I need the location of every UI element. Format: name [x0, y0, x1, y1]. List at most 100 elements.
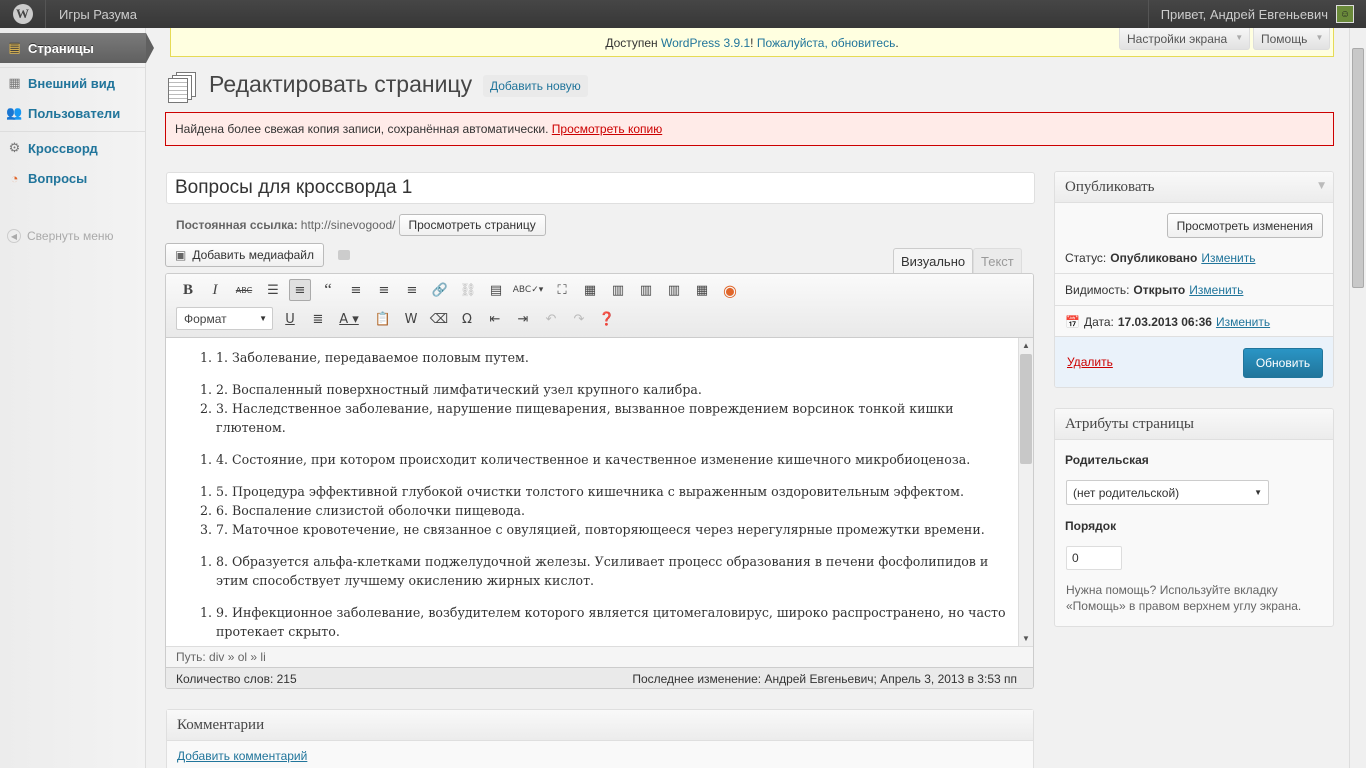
publish-box-title[interactable]: Опубликовать ▼: [1055, 172, 1333, 203]
page-title: Редактировать страницу: [209, 71, 473, 97]
spellcheck-icon[interactable]: ABC✓▾: [513, 279, 544, 301]
link-icon[interactable]: 🔗: [429, 279, 451, 301]
menu-item-questions[interactable]: ◔ Вопросы: [0, 163, 146, 193]
calendar-icon: 📅: [1065, 315, 1080, 329]
plugin-icon[interactable]: ◉: [719, 279, 741, 301]
scrollbar-thumb[interactable]: [1352, 48, 1364, 288]
user-account-menu[interactable]: Привет, Андрей Евгеньевич ☺: [1147, 0, 1366, 28]
justify-button[interactable]: ≣: [307, 308, 329, 330]
list-item: 3. 7. Маточное кровотечение, не связанное…: [200, 520, 1008, 539]
screen-options-tab[interactable]: Настройки экрана: [1119, 28, 1251, 50]
menu-item-users[interactable]: 👥 Пользователи: [0, 98, 146, 128]
preview-changes-button[interactable]: Просмотреть изменения: [1166, 213, 1323, 238]
scroll-up-icon[interactable]: ▲: [1022, 341, 1030, 350]
redo-icon[interactable]: ↷: [568, 308, 590, 330]
text-color-button[interactable]: A ▾: [333, 308, 365, 330]
date-row: 📅 Дата: 17.03.2013 06:36 Изменить: [1065, 315, 1271, 329]
content-list: 1. 2. Воспаленный поверхностный лимфатиче…: [200, 380, 1008, 437]
special-chars-icon[interactable]: Ω: [456, 308, 478, 330]
greeting-text: Привет, Андрей Евгеньевич: [1160, 6, 1328, 22]
admin-bar: W Игры Разума Привет, Андрей Евгеньевич …: [0, 0, 1366, 28]
update-now-link[interactable]: Пожалуйста, обновитесь: [757, 36, 896, 50]
paste-text-icon[interactable]: 📋: [372, 308, 394, 330]
numbered-list-button[interactable]: ≡: [289, 279, 311, 301]
menu-item-pages[interactable]: ▤ Страницы: [0, 33, 154, 63]
format-select[interactable]: Формат: [176, 307, 273, 330]
word-count: Количество слов: 215: [176, 672, 297, 686]
permalink-row: Постоянная ссылка: http://sinevogood/ Пр…: [176, 214, 546, 236]
list-number: 3.: [200, 522, 213, 537]
toggle-arrow-icon[interactable]: ▼: [1318, 181, 1325, 191]
outdent-icon[interactable]: ⇤: [484, 308, 506, 330]
delete-link[interactable]: Удалить: [1067, 355, 1113, 369]
bold-button[interactable]: B: [177, 279, 199, 301]
media-insert-icon[interactable]: [338, 250, 350, 260]
editor-content-area[interactable]: 1. 1. Заболевание, передаваемое половым п…: [166, 338, 1018, 646]
add-new-page-button[interactable]: Добавить новую: [483, 75, 588, 97]
parent-select[interactable]: (нет родительской): [1066, 480, 1269, 505]
table-icon-1[interactable]: ▥: [607, 279, 629, 301]
status-row: Статус: Опубликовано Изменить: [1065, 251, 1256, 265]
date-value: 17.03.2013 06:36: [1117, 315, 1212, 329]
menu-item-crossword[interactable]: ⚙ Кроссворд: [0, 133, 146, 163]
unlink-icon[interactable]: ⛓: [457, 279, 479, 301]
view-page-button[interactable]: Просмотреть страницу: [398, 214, 546, 236]
blockquote-button[interactable]: “: [317, 279, 339, 301]
post-title-input[interactable]: Вопросы для кроссворда 1: [166, 172, 1035, 204]
more-tag-icon[interactable]: ▤: [485, 279, 507, 301]
appearance-icon: ▦: [8, 75, 21, 90]
edit-date-link[interactable]: Изменить: [1216, 315, 1270, 329]
tab-visual[interactable]: Визуально: [893, 248, 974, 273]
editor-scrollbar[interactable]: ▲ ▼: [1018, 338, 1033, 646]
italic-button[interactable]: I: [204, 279, 226, 301]
content-list: 1. 8. Образуется альфа-клетками поджелудо…: [200, 552, 1008, 590]
comments-title[interactable]: Комментарии: [167, 710, 1033, 741]
indent-icon[interactable]: ⇥: [512, 308, 534, 330]
editor-path: Путь: div » ol » li: [166, 646, 1033, 667]
update-button[interactable]: Обновить: [1243, 348, 1323, 378]
content-list: 1. 5. Процедура эффективной глубокой очис…: [200, 482, 1008, 539]
clear-formatting-icon[interactable]: ⌫: [428, 308, 450, 330]
list-number: 1.: [200, 605, 213, 620]
undo-icon[interactable]: ↶: [540, 308, 562, 330]
fullscreen-icon[interactable]: ⛶: [551, 279, 573, 301]
align-center-button[interactable]: ≡: [373, 279, 395, 301]
list-item-text: 3. Наследственное заболевание, нарушение…: [216, 401, 954, 435]
menu-item-appearance[interactable]: ▦ Внешний вид: [0, 68, 146, 98]
edit-visibility-link[interactable]: Изменить: [1189, 283, 1243, 297]
table-icon-3[interactable]: ▥: [663, 279, 685, 301]
attributes-help-text: Нужна помощь? Используйте вкладку «Помощ…: [1066, 583, 1302, 613]
page-attributes-title[interactable]: Атрибуты страницы: [1055, 409, 1333, 440]
help-icon[interactable]: ❓: [596, 308, 618, 330]
order-input[interactable]: 0: [1066, 546, 1122, 570]
align-right-button[interactable]: ≡: [401, 279, 423, 301]
divider: [1055, 273, 1333, 274]
strikethrough-button[interactable]: ABC: [233, 279, 255, 301]
permalink-label: Постоянная ссылка:: [176, 218, 298, 232]
edit-status-link[interactable]: Изменить: [1201, 251, 1255, 265]
table-icon-4[interactable]: ▦: [691, 279, 713, 301]
paste-word-icon[interactable]: W: [400, 308, 422, 330]
wordpress-logo-icon[interactable]: W: [0, 0, 46, 28]
add-comment-link[interactable]: Добавить комментарий: [177, 749, 307, 763]
status-value: Опубликовано: [1110, 251, 1198, 265]
help-tab[interactable]: Помощь: [1253, 28, 1331, 50]
tab-text[interactable]: Текст: [973, 248, 1022, 273]
wordpress-version-link[interactable]: WordPress 3.9.1: [661, 36, 750, 50]
content-list: 1. 1. Заболевание, передаваемое половым п…: [200, 348, 1008, 367]
align-left-button[interactable]: ≡: [345, 279, 367, 301]
questions-icon: ◔: [10, 170, 19, 186]
scroll-down-icon[interactable]: ▼: [1022, 634, 1030, 643]
collapse-menu-button[interactable]: ◀ Свернуть меню: [7, 229, 114, 243]
page-scrollbar[interactable]: [1349, 28, 1366, 768]
site-name-link[interactable]: Игры Разума: [59, 7, 137, 22]
underline-button[interactable]: U: [279, 308, 301, 330]
table-icon-2[interactable]: ▥: [635, 279, 657, 301]
page-edit-icon: [168, 72, 198, 103]
kitchen-sink-icon[interactable]: ▦: [579, 279, 601, 301]
editor-scroll-thumb[interactable]: [1020, 354, 1032, 464]
view-autosave-link[interactable]: Просмотреть копию: [552, 122, 662, 136]
list-number: 1.: [200, 350, 213, 365]
add-media-button[interactable]: ▣ Добавить медиафайл: [165, 243, 325, 267]
bulleted-list-button[interactable]: ☰: [262, 279, 284, 301]
